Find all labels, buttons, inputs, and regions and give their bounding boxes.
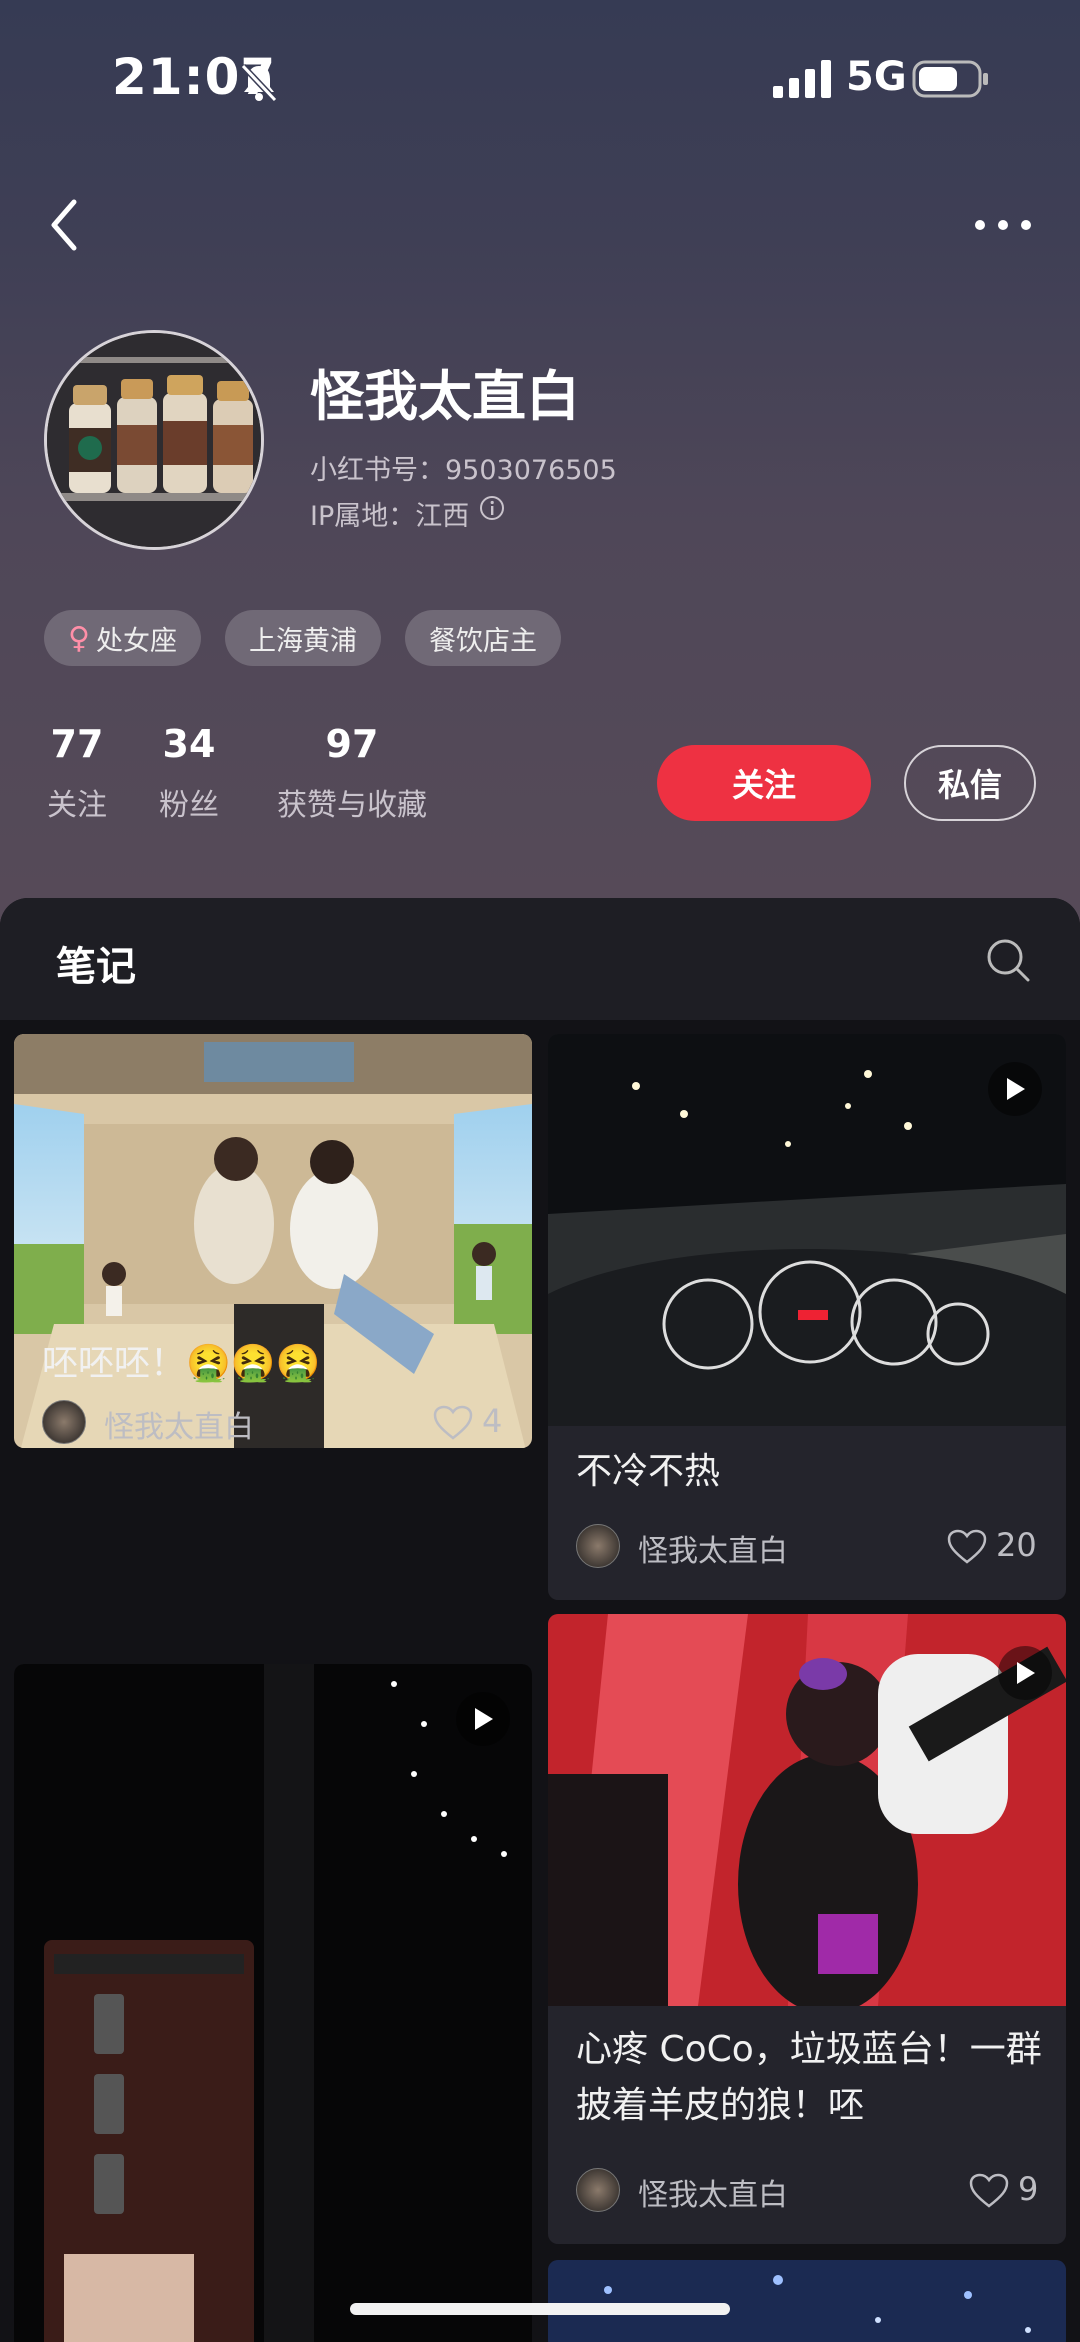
- female-icon: ♀: [68, 620, 90, 656]
- author-avatar: [576, 1524, 620, 1568]
- like-count: 4: [482, 1402, 503, 1440]
- play-icon: [456, 1692, 510, 1746]
- author-avatar: [576, 2168, 620, 2212]
- avatar-bottles-image: [47, 333, 261, 547]
- heart-icon[interactable]: [968, 2172, 1010, 2210]
- note-cover-image: [548, 2260, 1066, 2342]
- author-name: 怪我太直白: [638, 1534, 788, 1569]
- signal-icon: [773, 60, 831, 98]
- stat-likes-label: 获赞与收藏: [277, 788, 427, 823]
- info-icon[interactable]: [478, 494, 506, 522]
- note-card[interactable]: 呸呸呸！🤮🤮🤮 怪我太直白 4: [14, 1034, 532, 1448]
- tag-label: 餐饮店主: [428, 625, 537, 657]
- home-indicator[interactable]: [350, 2303, 730, 2315]
- notes-header: 笔记: [0, 898, 1080, 1020]
- like-count: 9: [1018, 2170, 1039, 2208]
- tag-zodiac: ♀ 处女座: [44, 610, 201, 666]
- note-card[interactable]: 不冷不热 怪我太直白 20: [548, 1034, 1066, 1600]
- play-icon: [998, 1646, 1052, 1700]
- play-icon: [988, 1062, 1042, 1116]
- stat-followers-label: 粉丝: [159, 788, 219, 823]
- stat-likes-count: 97: [325, 722, 379, 766]
- bell-muted-icon: [240, 63, 278, 103]
- stat-followers-count: 34: [162, 722, 216, 766]
- note-title: 呸呸呸！🤮🤮🤮: [42, 1343, 321, 1384]
- follow-button[interactable]: 关注: [657, 745, 871, 821]
- tag-label: 上海黄浦: [248, 625, 357, 657]
- search-icon[interactable]: [984, 936, 1032, 984]
- more-dots-icon[interactable]: [970, 200, 1036, 250]
- author-avatar: [42, 1400, 86, 1444]
- tab-notes[interactable]: 笔记: [56, 934, 136, 992]
- stat-following-label: 关注: [47, 788, 107, 823]
- note-cover-image: [14, 1664, 532, 2342]
- note-title: 心疼 CoCo，垃圾蓝台！一群披着羊皮的狼！呸: [576, 2029, 1042, 2126]
- tag-occupation: 餐饮店主: [404, 610, 561, 666]
- avatar[interactable]: [44, 330, 264, 550]
- stat-likes[interactable]: 97 获赞与收藏: [270, 722, 434, 824]
- battery-icon: [912, 60, 988, 98]
- heart-icon[interactable]: [432, 1404, 474, 1442]
- note-card[interactable]: [548, 2260, 1066, 2342]
- note-title: 不冷不热: [576, 1451, 721, 1492]
- tag-location: 上海黄浦: [224, 610, 381, 666]
- username: 怪我太直白: [310, 365, 580, 428]
- stat-followers[interactable]: 34 粉丝: [156, 722, 222, 824]
- network-type: 5G: [846, 54, 907, 100]
- heart-icon[interactable]: [946, 1528, 988, 1566]
- back-arrow-icon[interactable]: [40, 190, 90, 260]
- author-name: 怪我太直白: [104, 1410, 254, 1445]
- message-button[interactable]: 私信: [904, 745, 1036, 821]
- account-id: 小红书号：9503076505: [310, 455, 617, 486]
- ip-location: IP属地：江西: [310, 501, 470, 532]
- note-card[interactable]: [14, 1664, 532, 2342]
- stat-following[interactable]: 77 关注: [44, 722, 110, 824]
- tag-label: 处女座: [95, 625, 177, 657]
- status-bar: 21:07 5G: [0, 0, 1080, 150]
- notes-sheet: 笔记 呸呸呸！🤮🤮🤮 怪我太直白 4 不冷不热 怪我太直白 20 心疼 CoCo…: [0, 898, 1080, 2342]
- profile-tags: ♀ 处女座 上海黄浦 餐饮店主: [44, 610, 561, 666]
- author-name: 怪我太直白: [638, 2178, 788, 2213]
- note-card[interactable]: 心疼 CoCo，垃圾蓝台！一群披着羊皮的狼！呸 怪我太直白 9: [548, 1614, 1066, 2244]
- note-cover-image: [548, 1614, 1066, 2006]
- stat-following-count: 77: [50, 722, 104, 766]
- like-count: 20: [996, 1526, 1037, 1564]
